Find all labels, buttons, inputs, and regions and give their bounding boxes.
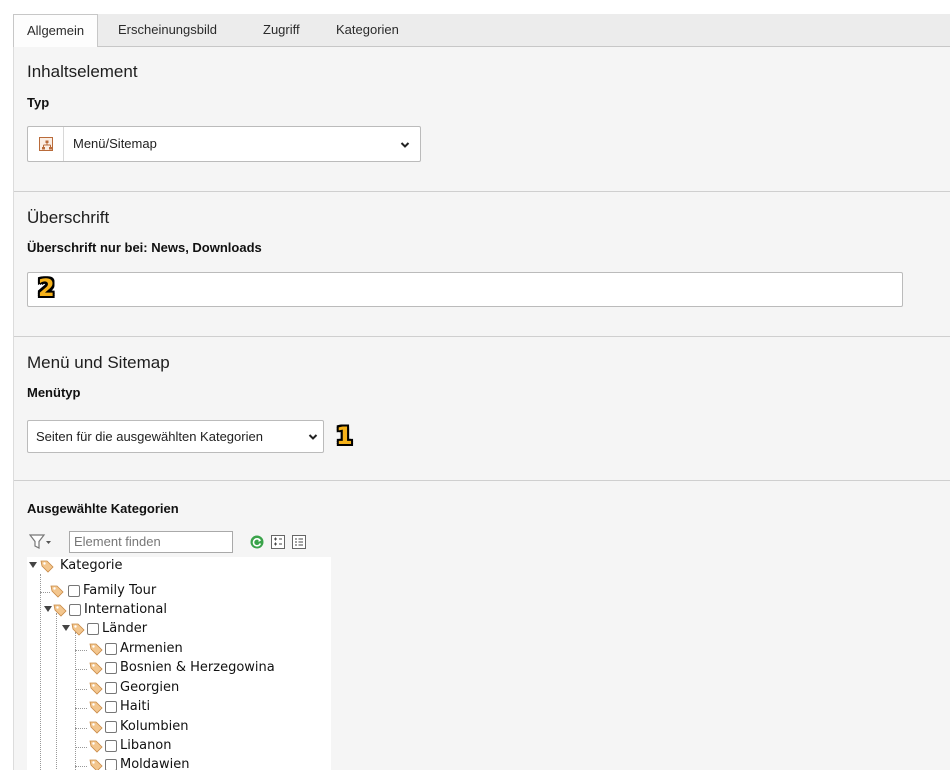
tree-toolbar: Element finden [27, 531, 347, 553]
type-select[interactable]: Menü/Sitemap [27, 126, 421, 162]
tree-node-label: Haiti [120, 699, 151, 714]
tree-node-libanon[interactable]: Libanon [27, 737, 327, 756]
category-checkbox[interactable] [105, 701, 117, 713]
caret-down-icon[interactable] [62, 624, 70, 632]
category-checkbox[interactable] [105, 682, 117, 694]
tree-node-haiti[interactable]: Haiti [27, 698, 327, 717]
category-checkbox[interactable] [105, 721, 117, 733]
category-checkbox[interactable] [105, 759, 117, 770]
categories-label: Ausgewählte Kategorien [27, 501, 179, 516]
section-title-menu: Menü und Sitemap [27, 353, 170, 372]
tree-node-label: Moldawien [120, 757, 190, 770]
collapse-all-icon[interactable] [291, 534, 307, 550]
tree-node-georgien[interactable]: Georgien [27, 679, 327, 698]
tree-node-armenien[interactable]: Armenien [27, 640, 327, 659]
menutype-label: Menütyp [27, 385, 81, 400]
type-select-value: Menü/Sitemap [73, 136, 157, 151]
tree-node-moldawien[interactable]: Moldawien [27, 756, 327, 770]
annotation-badge-1: 1 [336, 422, 353, 450]
tree-node-label: Kategorie [60, 558, 123, 573]
tree-filter-input[interactable]: Element finden [69, 531, 233, 553]
category-icon [71, 623, 85, 636]
category-icon [89, 701, 103, 714]
tree-node-international[interactable]: International [27, 601, 327, 620]
section-title-heading: Überschrift [27, 208, 110, 227]
category-icon [89, 721, 103, 734]
tree-node-label: International [84, 602, 167, 617]
category-checkbox[interactable] [105, 643, 117, 655]
heading-input[interactable] [27, 272, 903, 307]
tree-node-bosnien-herzegowina[interactable]: Bosnien & Herzegowina [27, 659, 327, 678]
tree-node-label: Bosnien & Herzegowina [120, 660, 275, 675]
menutype-select-value: Seiten für die ausgewählten Kategorien [36, 429, 263, 444]
tree-node-label: Family Tour [83, 583, 157, 598]
heading-label: Überschrift nur bei: News, Downloads [27, 240, 262, 255]
caret-down-icon[interactable] [29, 561, 37, 569]
tree-node-family-tour[interactable]: Family Tour [27, 582, 327, 601]
category-icon [50, 585, 64, 598]
sitemap-icon [39, 137, 53, 151]
category-icon [40, 560, 54, 573]
tree-node-kategorie[interactable]: Kategorie [27, 557, 327, 576]
annotation-badge-2: 2 [38, 274, 55, 302]
category-icon [53, 604, 67, 617]
tree-node-label: Kolumbien [120, 719, 189, 734]
tree-node-label: Länder [102, 621, 148, 636]
chevron-down-icon [308, 434, 318, 440]
category-icon [89, 682, 103, 695]
filter-icon[interactable] [29, 533, 53, 551]
category-checkbox[interactable] [105, 662, 117, 674]
tab-kategorien[interactable]: Kategorien [323, 14, 412, 47]
category-tree: Kategorie Family Tour International Länd… [27, 557, 331, 770]
tree-node-label: Armenien [120, 641, 183, 656]
tab-allgemein[interactable]: Allgemein [13, 14, 99, 48]
menutype-select[interactable]: Seiten für die ausgewählten Kategorien [27, 420, 324, 453]
section-divider [14, 191, 950, 192]
expand-all-icon[interactable] [270, 534, 286, 550]
section-title-content-element: Inhaltselement [27, 62, 138, 81]
category-icon [89, 643, 103, 656]
tree-node-kolumbien[interactable]: Kolumbien [27, 718, 327, 737]
category-checkbox[interactable] [87, 623, 99, 635]
category-icon [89, 740, 103, 753]
category-icon [89, 759, 103, 770]
section-divider [14, 480, 950, 481]
category-checkbox[interactable] [68, 585, 80, 597]
tab-erscheinungsbild[interactable]: Erscheinungsbild [105, 14, 230, 47]
section-divider [14, 336, 950, 337]
chevron-down-icon [400, 142, 410, 148]
tree-node-label: Georgien [120, 680, 180, 695]
tab-bar: Allgemein Erscheinungsbild Zugriff Kateg… [13, 14, 950, 48]
record-edit-form: Allgemein Erscheinungsbild Zugriff Kateg… [13, 14, 950, 770]
category-checkbox[interactable] [69, 604, 81, 616]
type-icon-box [28, 127, 64, 161]
category-icon [89, 662, 103, 675]
caret-down-icon[interactable] [44, 605, 52, 613]
refresh-icon[interactable] [249, 534, 265, 550]
tree-node-laender[interactable]: Länder [27, 620, 327, 639]
tab-panel-allgemein: Inhaltselement Typ Menü/Sitemap Überschr… [13, 47, 950, 770]
type-label: Typ [27, 95, 50, 110]
tab-zugriff[interactable]: Zugriff [250, 14, 313, 47]
tree-node-label: Libanon [120, 738, 172, 753]
category-checkbox[interactable] [105, 740, 117, 752]
